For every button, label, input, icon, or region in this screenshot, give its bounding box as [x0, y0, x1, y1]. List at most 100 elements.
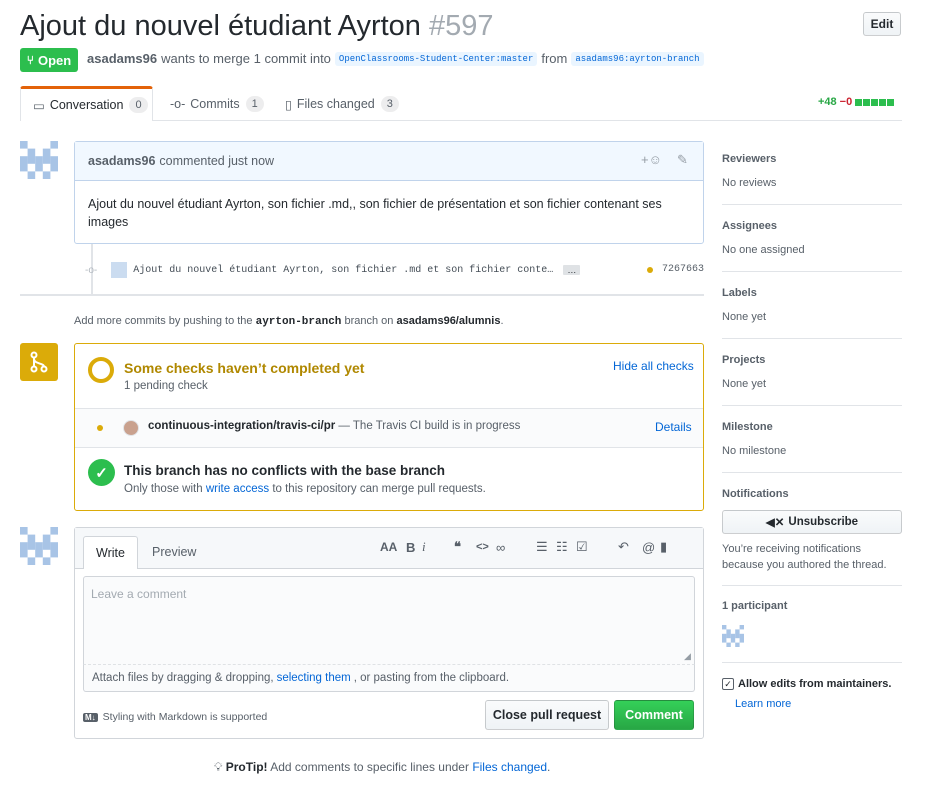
task-list-icon[interactable]: ☑: [576, 539, 618, 555]
merge-subtitle: Only those with write access to this rep…: [124, 483, 486, 495]
tab-files-count: 3: [380, 96, 399, 112]
projects-value: None yet: [722, 378, 767, 390]
allow-edits-label: Allow edits from maintainers.: [738, 678, 892, 690]
check-status-dot: [97, 425, 103, 431]
head-branch[interactable]: asadams96:ayrton-branch: [571, 51, 704, 66]
diffstat: +48 −0: [818, 96, 895, 108]
author-link[interactable]: asadams96: [87, 51, 157, 66]
commit-sha[interactable]: 7267663: [662, 264, 704, 275]
labels-heading[interactable]: Labels: [722, 287, 757, 299]
tab-files-changed[interactable]: ▯ Files changed 3: [285, 96, 399, 112]
comment-placeholder: Leave a comment: [91, 587, 187, 601]
ordered-list-icon[interactable]: ☷: [556, 539, 576, 555]
tab-commits[interactable]: -o- Commits 1: [170, 96, 264, 112]
participant-avatar[interactable]: [722, 625, 744, 650]
sidebar-divider: [722, 271, 902, 272]
push-hint: Add more commits by pushing to the ayrto…: [74, 315, 504, 328]
tab-preview[interactable]: Preview: [152, 545, 196, 559]
commit-message[interactable]: Ajout du nouvel étudiant Ayrton, son fic…: [133, 265, 553, 276]
tab-conversation[interactable]: ▭ Conversation 0: [20, 86, 153, 121]
protip-bold: ProTip!: [225, 760, 268, 774]
merge-status-icon: [20, 343, 58, 381]
unordered-list-icon[interactable]: ☰: [536, 539, 556, 555]
protip-suffix: .: [547, 760, 551, 774]
comment-box: asadams96 commented just now +☺ ✎ Ajout …: [74, 141, 704, 244]
edit-pencil-icon[interactable]: ✎: [677, 152, 688, 168]
add-reaction-icon[interactable]: +☺: [641, 152, 662, 167]
pending-ring-icon: [88, 357, 114, 383]
sidebar-divider: [722, 405, 902, 406]
merge-text: wants to merge 1 commit into: [161, 51, 331, 66]
check-details-link[interactable]: Details: [655, 420, 692, 434]
assignees-heading[interactable]: Assignees: [722, 220, 777, 232]
tab-write[interactable]: Write: [83, 536, 138, 569]
protip-files-link[interactable]: Files changed: [472, 760, 547, 774]
comment-action: commented just now: [159, 154, 275, 168]
projects-heading[interactable]: Projects: [722, 354, 765, 366]
checks-title: Some checks haven’t completed yet: [124, 360, 365, 376]
push-hint-repo: asadams96/alumnis: [396, 315, 501, 327]
checks-subtitle: 1 pending check: [124, 380, 208, 392]
reviewers-heading[interactable]: Reviewers: [722, 153, 776, 165]
markdown-icon: M↓: [83, 712, 98, 722]
allow-edits-row: ✓ Allow edits from maintainers.: [722, 678, 891, 690]
sidebar-divider: [722, 338, 902, 339]
hide-checks-link[interactable]: Hide all checks: [613, 359, 694, 373]
timeline-divider: [20, 294, 704, 296]
avatar[interactable]: [20, 141, 58, 179]
check-item: continuous-integration/travis-ci/pr — Th…: [148, 420, 520, 432]
bookmark-icon[interactable]: ▮: [660, 539, 674, 555]
participants-heading: 1 participant: [722, 600, 788, 612]
allow-edits-checkbox[interactable]: ✓: [722, 678, 734, 690]
merge-title: This branch has no conflicts with the ba…: [124, 463, 446, 478]
link-icon[interactable]: ∞: [496, 540, 536, 555]
notification-reason: You’re receiving notifications because y…: [722, 543, 887, 571]
base-branch[interactable]: OpenClassrooms-Student-Center:master: [334, 51, 538, 66]
comment-header: asadams96 commented just now +☺ ✎: [75, 142, 703, 181]
attach-suffix: , or pasting from the clipboard.: [353, 672, 510, 684]
travis-avatar: [123, 420, 139, 436]
pull-request-icon: ⑂: [26, 53, 34, 67]
select-files-link[interactable]: selecting them: [277, 672, 351, 684]
header-text-icon[interactable]: AA: [380, 540, 406, 554]
commit-avatar: [111, 262, 128, 278]
comment-composer: Write Preview AA B i ❝ <> ∞ ☰ ☷ ☑ ↶ @ ▮ …: [74, 527, 704, 739]
reply-icon[interactable]: ↶: [618, 539, 642, 555]
italic-icon[interactable]: i: [422, 539, 454, 555]
markdown-note[interactable]: M↓ Styling with Markdown is supported: [83, 711, 267, 723]
write-access-link[interactable]: write access: [206, 483, 269, 495]
edit-button[interactable]: Edit: [863, 12, 901, 36]
unsubscribe-button[interactable]: ◀✕ Unsubscribe: [722, 510, 902, 534]
mute-icon: ◀✕: [765, 517, 785, 529]
check-desc: — The Travis CI build is in progress: [338, 420, 521, 432]
milestone-value: No milestone: [722, 445, 787, 457]
close-pull-request-button[interactable]: Close pull request: [485, 700, 609, 730]
code-icon[interactable]: <>: [476, 541, 496, 553]
learn-more-link[interactable]: Learn more: [735, 698, 791, 710]
lightbulb-icon: 💡︎: [214, 760, 223, 774]
comment-textarea[interactable]: Leave a comment ◢: [83, 576, 695, 665]
push-hint-prefix: Add more commits by pushing to the: [74, 315, 253, 327]
attach-bar[interactable]: Attach files by dragging & dropping, sel…: [83, 665, 695, 692]
notifications-heading: Notifications: [722, 488, 789, 500]
merge-summary: asadams96 wants to merge 1 commit into O…: [87, 51, 704, 66]
comment-button[interactable]: Comment: [614, 700, 694, 730]
bold-icon[interactable]: B: [406, 540, 422, 555]
commit-expand[interactable]: …: [563, 265, 581, 275]
merge-sub-suffix: to this repository can merge pull reques…: [272, 483, 486, 495]
state-badge: ⑂ Open: [20, 48, 78, 72]
file-diff-icon: ▯: [285, 97, 292, 112]
avatar[interactable]: [20, 527, 58, 565]
push-hint-suffix: .: [500, 315, 504, 327]
tab-conversation-label: Conversation: [49, 98, 124, 112]
merge-sub-prefix: Only those with: [124, 483, 203, 495]
diffstat-blocks: [855, 98, 895, 106]
comment-body: Ajout du nouvel étudiant Ayrton, son fic…: [88, 197, 662, 229]
milestone-heading[interactable]: Milestone: [722, 421, 773, 433]
state-label: Open: [37, 52, 72, 68]
comment-author[interactable]: asadams96: [88, 154, 155, 168]
push-hint-middle: branch on: [344, 315, 394, 327]
resize-handle-icon[interactable]: ◢: [684, 651, 691, 662]
mention-icon[interactable]: @: [642, 540, 660, 555]
quote-icon[interactable]: ❝: [454, 539, 476, 555]
